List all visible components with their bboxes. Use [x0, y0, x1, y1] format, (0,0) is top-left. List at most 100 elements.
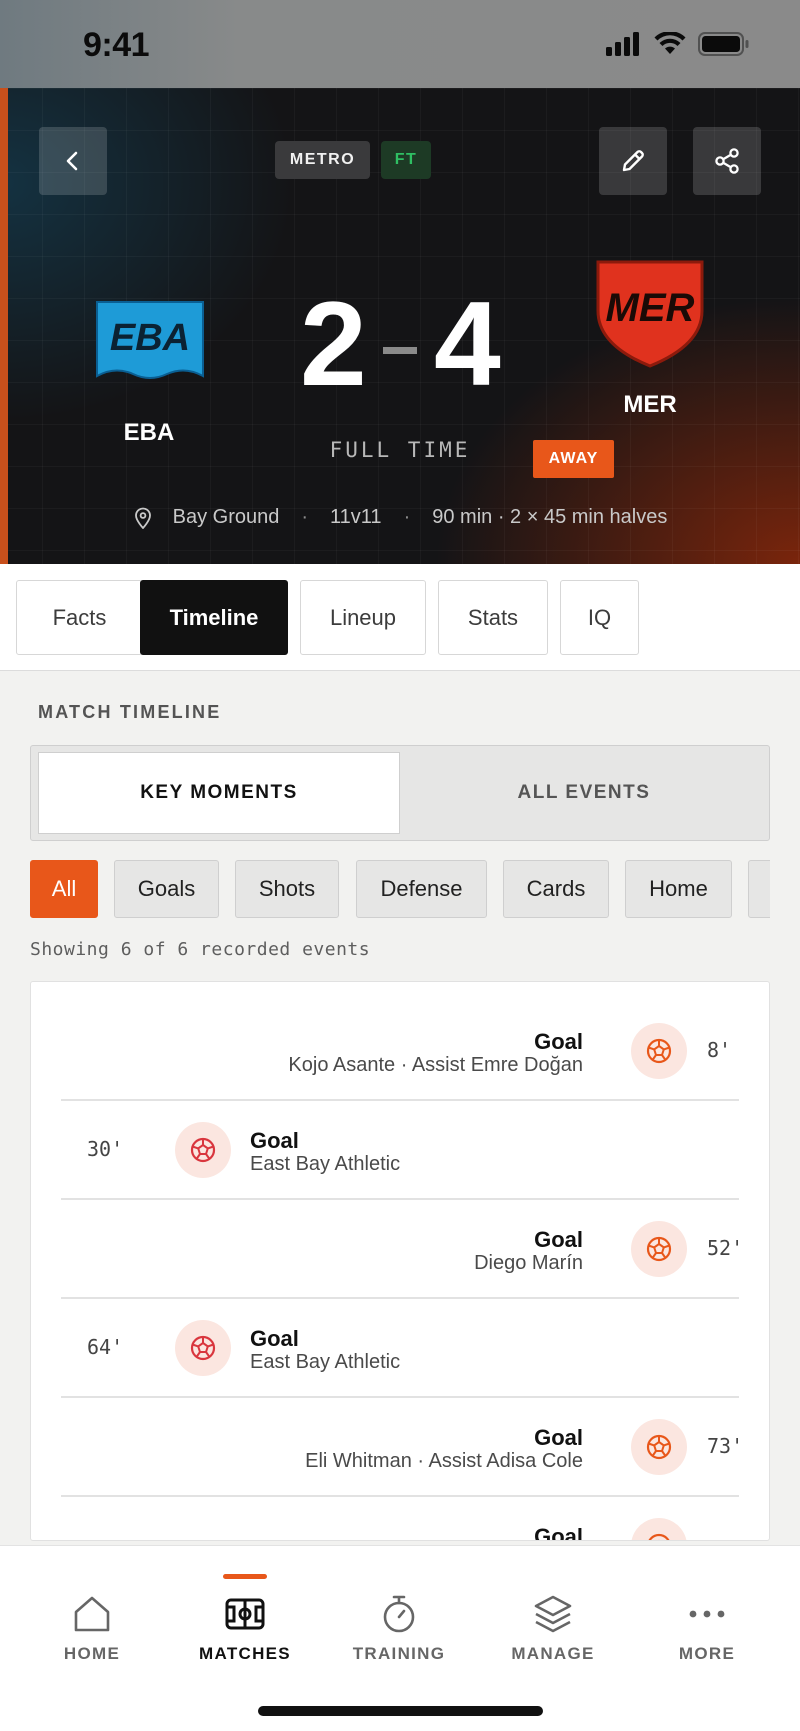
- events-list: Goal Kojo Asante · Assist Emre Doğan 8' …: [30, 981, 770, 1541]
- away-team-crest: MER: [596, 260, 704, 368]
- event-detail: East Bay Athletic: [250, 1153, 401, 1175]
- event-title: Goal: [250, 1326, 299, 1351]
- filter-goals[interactable]: Goals: [114, 860, 219, 918]
- event-detail: Eli Whitman · Assist Adisa Cole: [305, 1450, 583, 1472]
- nav-more[interactable]: MORE: [632, 1546, 782, 1696]
- list-item[interactable]: Goal Diego Marín 52': [61, 1200, 743, 1299]
- event-icon: [631, 1023, 687, 1079]
- bottom-navigation: HOME MATCHES TRAINING MANAGE MORE: [0, 1545, 800, 1731]
- layers-icon: [534, 1595, 572, 1633]
- score-separator: [383, 347, 417, 354]
- event-title: Goal: [534, 1425, 583, 1450]
- soccer-ball-icon: [646, 1236, 672, 1262]
- league-badge: METRO: [275, 141, 370, 179]
- tab-facts[interactable]: Facts: [16, 580, 143, 655]
- filter-shots[interactable]: Shots: [235, 860, 339, 918]
- edit-button[interactable]: [599, 127, 667, 195]
- tab-iq[interactable]: IQ: [560, 580, 639, 655]
- home-score: 2: [300, 277, 367, 411]
- timeline-mode-toggle: KEY MOMENTS ALL EVENTS: [30, 745, 770, 841]
- nav-manage[interactable]: MANAGE: [478, 1546, 628, 1696]
- nav-home[interactable]: HOME: [17, 1546, 167, 1696]
- list-item[interactable]: Goal Eli Whitman · Assist Adisa Cole 73': [61, 1398, 743, 1497]
- nav-label: HOME: [63, 1644, 121, 1663]
- location-pin-icon: [134, 507, 151, 529]
- meta-separator: ·: [301, 506, 309, 528]
- event-detail: Kojo Asante · Assist Emre Doğan: [288, 1054, 583, 1076]
- active-tab-indicator: [223, 1574, 267, 1579]
- event-minute: 30': [87, 1137, 124, 1161]
- match-status-badge: FT: [381, 141, 431, 179]
- event-detail: Diego Marín: [474, 1252, 583, 1274]
- events-count: Showing 6 of 6 recorded events: [30, 939, 371, 960]
- nav-label: MANAGE: [511, 1644, 595, 1663]
- soccer-ball-icon: [190, 1137, 216, 1163]
- tab-timeline[interactable]: Timeline: [140, 580, 288, 655]
- status-bar: 9:41: [0, 0, 800, 88]
- soccer-ball-icon: [646, 1038, 672, 1064]
- meta-separator: ·: [403, 506, 411, 528]
- venue: Bay Ground: [172, 506, 280, 528]
- match-meta: Bay Ground · 11v11 · 90 min · 2 × 45 min…: [0, 506, 800, 529]
- nav-label: MORE: [678, 1644, 736, 1663]
- filter-cards[interactable]: Cards: [503, 860, 609, 918]
- soccer-ball-icon: [646, 1434, 672, 1460]
- battery-icon: [698, 32, 749, 56]
- share-icon: [715, 148, 739, 174]
- match-format: 11v11: [330, 506, 382, 528]
- event-minute: 8': [707, 1038, 732, 1062]
- filter-more-chip[interactable]: [748, 860, 770, 918]
- home-indicator: [258, 1706, 543, 1716]
- pencil-icon: [622, 150, 644, 172]
- tab-lineup[interactable]: Lineup: [300, 580, 426, 655]
- event-icon: [631, 1518, 687, 1540]
- event-title: Goal: [534, 1524, 583, 1541]
- tab-stats[interactable]: Stats: [438, 580, 548, 655]
- svg-text:MER: MER: [606, 286, 695, 330]
- event-title: Goal: [250, 1128, 299, 1153]
- detail-tabs: Facts Timeline Lineup Stats IQ: [0, 564, 800, 671]
- list-item[interactable]: 30' Goal East Bay Athletic: [61, 1101, 739, 1200]
- event-minute: 73': [707, 1434, 744, 1458]
- back-button[interactable]: [39, 127, 107, 195]
- event-filter-chips: All Goals Shots Defense Cards Home: [30, 860, 770, 920]
- list-item[interactable]: Goal Kojo Asante · Assist Emre Doğan 8': [61, 1002, 739, 1101]
- away-team-name: MER: [623, 391, 677, 418]
- match-phase-label: FULL TIME: [329, 438, 471, 462]
- home-icon: [74, 1596, 110, 1632]
- filter-home[interactable]: Home: [625, 860, 732, 918]
- event-icon: [631, 1419, 687, 1475]
- home-team-crest: EBA: [96, 301, 204, 379]
- svg-text:EBA: EBA: [110, 317, 190, 359]
- event-minute: 64': [87, 1335, 124, 1359]
- more-dots-icon: [689, 1610, 725, 1618]
- nav-training[interactable]: TRAINING: [324, 1546, 474, 1696]
- match-duration: 90 min · 2 × 45 min halves: [432, 506, 668, 528]
- all-events-button[interactable]: ALL EVENTS: [403, 752, 765, 834]
- nav-matches[interactable]: MATCHES: [170, 1546, 320, 1696]
- filter-all[interactable]: All: [30, 860, 98, 918]
- list-item[interactable]: 64' Goal East Bay Athletic: [61, 1299, 739, 1398]
- event-title: Goal: [534, 1227, 583, 1252]
- match-header: METRO FT EBA EBA 2 4 FULL TIME MER MER A…: [0, 88, 800, 564]
- status-icons: [606, 32, 750, 56]
- event-title: Goal: [534, 1029, 583, 1054]
- filter-defense[interactable]: Defense: [356, 860, 487, 918]
- soccer-ball-icon: [648, 1533, 670, 1540]
- share-button[interactable]: [693, 127, 761, 195]
- nav-label: TRAINING: [352, 1644, 446, 1663]
- section-title: MATCH TIMELINE: [38, 702, 222, 722]
- event-detail: East Bay Athletic: [250, 1351, 401, 1373]
- wifi-icon: [654, 32, 686, 54]
- list-item[interactable]: Goal: [61, 1497, 739, 1541]
- chevron-left-icon: [66, 151, 78, 171]
- nav-label: MATCHES: [199, 1644, 291, 1663]
- signal-icon: [606, 32, 639, 56]
- hero-accent-bar: [0, 88, 8, 564]
- pitch-icon: [225, 1598, 265, 1630]
- away-side-badge: AWAY: [533, 440, 614, 478]
- soccer-ball-icon: [190, 1335, 216, 1361]
- stopwatch-icon: [383, 1595, 415, 1633]
- event-icon: [631, 1221, 687, 1277]
- key-moments-button[interactable]: KEY MOMENTS: [38, 752, 400, 834]
